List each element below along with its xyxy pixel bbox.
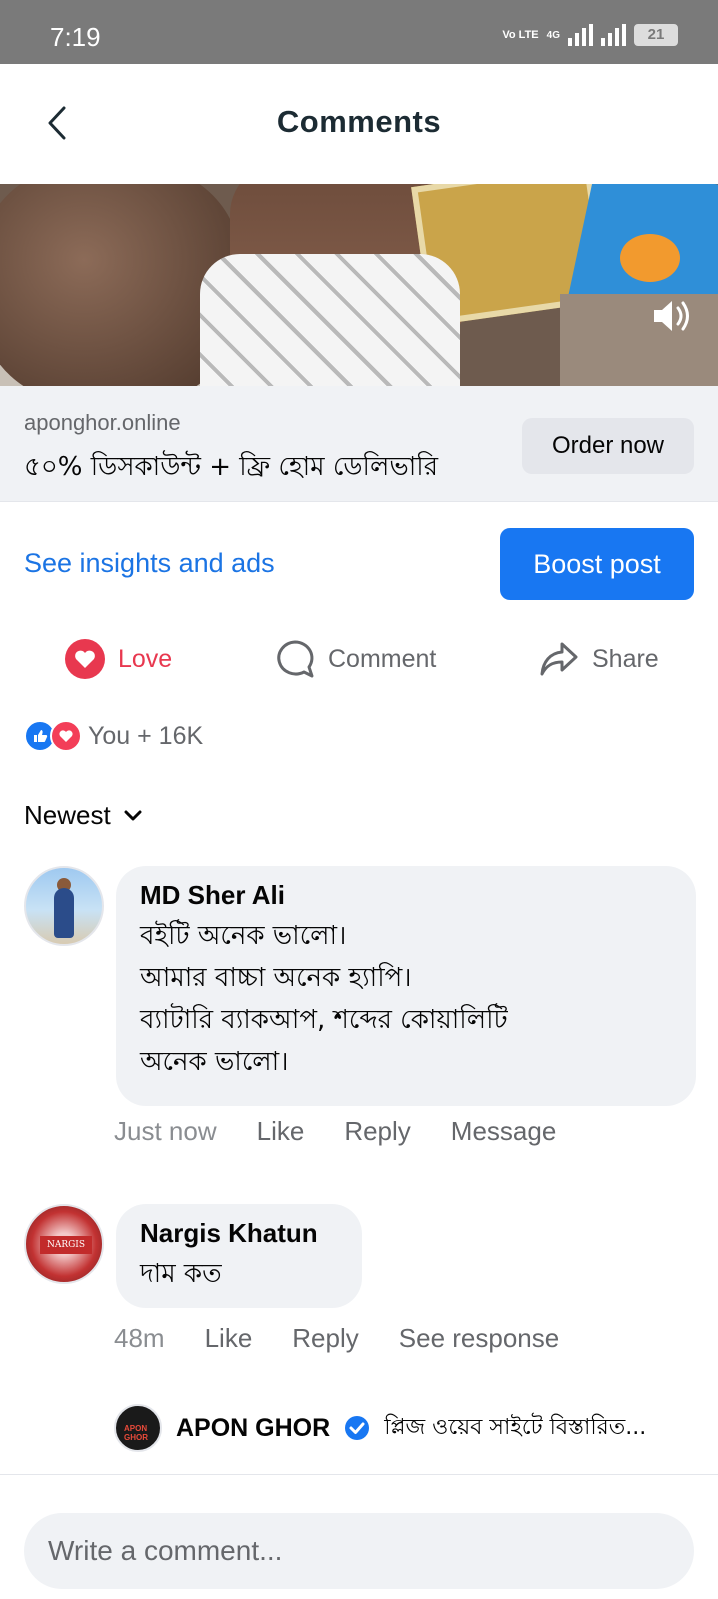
comment-like-button[interactable]: Like bbox=[257, 1116, 305, 1147]
avatar[interactable]: NARGIS bbox=[24, 1204, 104, 1284]
network-type: 4G bbox=[546, 29, 560, 41]
comment-message-button[interactable]: Message bbox=[451, 1116, 557, 1147]
share-label: Share bbox=[592, 644, 659, 673]
ad-link-card[interactable]: aponghor.online ৫০% ডিসকাউন্ট + ফ্রি হোম… bbox=[0, 386, 718, 502]
comment-input[interactable] bbox=[24, 1513, 694, 1589]
reply-author: APON GHOR bbox=[176, 1413, 331, 1442]
ad-domain: aponghor.online bbox=[24, 410, 181, 435]
comment-like-button[interactable]: Like bbox=[205, 1323, 253, 1354]
reply-preview[interactable]: APON GHOR APON GHOR প্লিজ ওয়েব সাইটে বি… bbox=[114, 1404, 646, 1452]
love-reaction-icon bbox=[65, 639, 105, 679]
boost-post-button[interactable]: Boost post bbox=[500, 528, 694, 600]
comment-item: NARGIS Nargis Khatun দাম কত bbox=[24, 1204, 694, 1314]
comment-reply-button[interactable]: Reply bbox=[292, 1323, 358, 1354]
order-now-button[interactable]: Order now bbox=[522, 418, 694, 474]
volte-icon: Vo LTE bbox=[502, 28, 539, 41]
status-time: 7:19 bbox=[50, 22, 101, 52]
reactions-count: You + 16K bbox=[88, 721, 204, 750]
share-arrow-icon bbox=[540, 642, 578, 676]
comment-time: Just now bbox=[114, 1116, 217, 1146]
avatar-label: APON GHOR bbox=[124, 1424, 148, 1442]
comment-bubble[interactable]: Nargis Khatun দাম কত bbox=[116, 1204, 362, 1308]
love-button[interactable]: Love bbox=[64, 638, 172, 680]
sort-label: Newest bbox=[24, 800, 111, 830]
sort-dropdown[interactable]: Newest bbox=[24, 800, 143, 831]
page-title: Comments bbox=[276, 104, 442, 139]
chevron-down-icon bbox=[124, 810, 142, 820]
comment-label: Comment bbox=[328, 644, 437, 673]
battery-icon: 21 bbox=[634, 24, 678, 46]
love-label: Love bbox=[118, 644, 173, 673]
reply-text: প্লিজ ওয়েব সাইটে বিস্তারিত... bbox=[384, 1414, 647, 1440]
comment-bubble[interactable]: MD Sher Ali বইটি অনেক ভালো। আমার বাচ্চা … bbox=[116, 866, 696, 1106]
ad-headline: ৫০% ডিসকাউন্ট + ফ্রি হোম ডেলিভারি bbox=[24, 452, 439, 482]
post-video[interactable] bbox=[0, 184, 718, 386]
comment-author[interactable]: MD Sher Ali bbox=[140, 880, 672, 911]
see-insights-link[interactable]: See insights and ads bbox=[24, 548, 275, 579]
comment-button[interactable]: Comment bbox=[274, 638, 436, 680]
avatar: APON GHOR bbox=[114, 1404, 162, 1452]
comment-text: দাম কত bbox=[140, 1259, 222, 1289]
share-button[interactable]: Share bbox=[538, 638, 659, 680]
comment-actions: Just now Like Reply Message bbox=[114, 1116, 556, 1147]
comment-author[interactable]: Nargis Khatun bbox=[140, 1218, 338, 1249]
signal-icon-2 bbox=[601, 24, 626, 46]
status-icons: Vo LTE 4G 21 bbox=[502, 24, 678, 46]
comment-actions: 48m Like Reply See response bbox=[114, 1323, 559, 1354]
avatar-label: NARGIS bbox=[40, 1236, 92, 1254]
see-response-button[interactable]: See response bbox=[399, 1323, 559, 1354]
comment-bubble-icon bbox=[277, 640, 314, 678]
volume-icon[interactable] bbox=[650, 296, 696, 336]
avatar[interactable] bbox=[24, 866, 104, 946]
header: Comments bbox=[0, 64, 718, 184]
comment-time: 48m bbox=[114, 1323, 165, 1353]
comment-text: বইটি অনেক ভালো। আমার বাচ্চা অনেক হ্যাপি।… bbox=[140, 921, 508, 1077]
verified-badge-icon bbox=[345, 1416, 370, 1440]
reactions-summary[interactable]: You + 16K bbox=[24, 720, 203, 752]
action-bar: Love Comment Share bbox=[0, 630, 718, 690]
comment-reply-button[interactable]: Reply bbox=[344, 1116, 410, 1147]
status-bar: 7:19 Vo LTE 4G 21 bbox=[0, 0, 718, 64]
love-reaction-icon bbox=[50, 720, 82, 752]
comment-composer bbox=[0, 1474, 718, 1599]
signal-icon bbox=[568, 24, 593, 46]
